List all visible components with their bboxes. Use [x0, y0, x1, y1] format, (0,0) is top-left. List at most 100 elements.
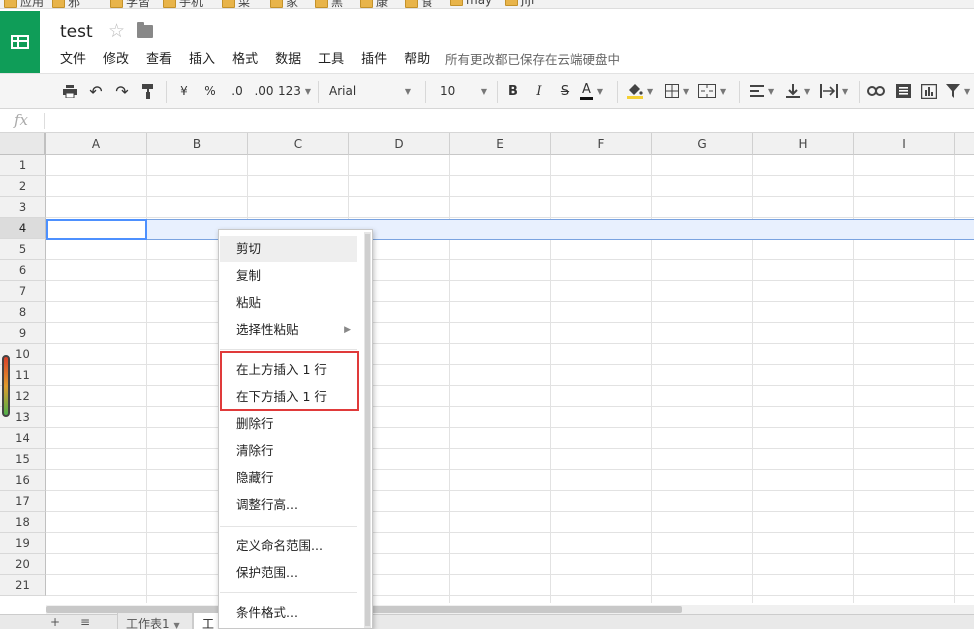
- percent-button[interactable]: %: [201, 80, 219, 102]
- bookmark[interactable]: 食: [405, 0, 433, 8]
- menu-clear-row[interactable]: 清除行: [220, 438, 357, 464]
- increase-decimal-button[interactable]: .00: [251, 80, 277, 102]
- column-header[interactable]: C: [248, 133, 349, 155]
- vertical-align-dropdown[interactable]: ▼: [786, 80, 810, 102]
- row-header[interactable]: 18: [0, 512, 46, 533]
- add-sheet-button[interactable]: +: [50, 615, 60, 629]
- save-status[interactable]: 所有更改都已保存在云端硬盘中: [445, 49, 620, 68]
- menu-format[interactable]: 格式: [232, 48, 258, 67]
- menu-addons[interactable]: 插件: [361, 48, 387, 67]
- menu-resize-row[interactable]: 调整行高...: [220, 492, 357, 518]
- text-wrap-dropdown[interactable]: ▼: [820, 80, 848, 102]
- row-header[interactable]: 3: [0, 197, 46, 218]
- menu-help[interactable]: 帮助: [404, 48, 430, 67]
- row-header[interactable]: 8: [0, 302, 46, 323]
- borders-dropdown[interactable]: ▼: [665, 80, 689, 102]
- menu-scrollbar-thumb[interactable]: [365, 234, 370, 626]
- decrease-decimal-button[interactable]: .0: [226, 80, 248, 102]
- row-header[interactable]: 15: [0, 449, 46, 470]
- row-header[interactable]: 7: [0, 281, 46, 302]
- row-header[interactable]: 14: [0, 428, 46, 449]
- fill-color-dropdown[interactable]: ▼: [627, 80, 653, 102]
- row-header[interactable]: 2: [0, 176, 46, 197]
- strikethrough-button[interactable]: S: [556, 80, 574, 102]
- bookmark[interactable]: 黑: [315, 0, 343, 8]
- insert-comment-button[interactable]: [893, 80, 913, 102]
- row-header[interactable]: 20: [0, 554, 46, 575]
- row-header[interactable]: 5: [0, 239, 46, 260]
- insert-link-button[interactable]: [866, 80, 886, 102]
- font-size-dropdown[interactable]: 10 ▼: [440, 80, 487, 102]
- text-color-dropdown[interactable]: A ▼: [580, 80, 603, 102]
- sheets-logo[interactable]: [0, 11, 40, 73]
- column-header[interactable]: D: [349, 133, 450, 155]
- column-header[interactable]: I: [854, 133, 955, 155]
- align-dropdown[interactable]: ▼: [750, 80, 774, 102]
- side-widget[interactable]: [2, 355, 10, 417]
- more-formats-dropdown[interactable]: 123 ▼: [278, 80, 311, 102]
- redo-button[interactable]: ↷: [112, 80, 132, 102]
- move-folder-icon[interactable]: [137, 22, 153, 38]
- bookmark-label: 菜: [238, 0, 251, 9]
- column-header[interactable]: H: [753, 133, 854, 155]
- filter-dropdown[interactable]: ▼: [946, 80, 970, 102]
- menu-hide-row[interactable]: 隐藏行: [220, 465, 357, 491]
- row-header[interactable]: 9: [0, 323, 46, 344]
- column-header[interactable]: G: [652, 133, 753, 155]
- menu-delete-row[interactable]: 删除行: [220, 411, 357, 437]
- bookmark[interactable]: may: [450, 0, 492, 7]
- font-dropdown[interactable]: Arial ▼: [329, 80, 411, 102]
- print-button[interactable]: [60, 80, 80, 102]
- menu-tools[interactable]: 工具: [318, 48, 344, 67]
- italic-button[interactable]: I: [530, 80, 548, 102]
- row-header[interactable]: 6: [0, 260, 46, 281]
- insert-chart-button[interactable]: [919, 80, 939, 102]
- star-icon[interactable]: ☆: [108, 20, 125, 42]
- menu-paste-special[interactable]: 选择性粘贴 ▶: [220, 317, 357, 343]
- menu-define-named-range[interactable]: 定义命名范围...: [220, 533, 357, 559]
- bold-button[interactable]: B: [504, 80, 522, 102]
- menu-item-label: 粘贴: [236, 295, 262, 310]
- bookmark[interactable]: 菜: [222, 0, 251, 9]
- menu-conditional-formatting[interactable]: 条件格式...: [220, 600, 357, 626]
- row-header[interactable]: 1: [0, 155, 46, 176]
- bookmark[interactable]: 学習: [110, 0, 150, 8]
- row-header[interactable]: 17: [0, 491, 46, 512]
- bookmark[interactable]: 应用: [4, 0, 44, 8]
- sheet-tab[interactable]: 工作表1 ▼: [117, 613, 193, 629]
- menu-file[interactable]: 文件: [60, 48, 86, 67]
- paint-format-button[interactable]: [138, 80, 158, 102]
- menu-scrollbar[interactable]: [364, 232, 371, 628]
- select-all-corner[interactable]: [0, 133, 46, 155]
- bookmark[interactable]: 康: [360, 0, 388, 8]
- row-header[interactable]: 4: [0, 218, 46, 239]
- row-header[interactable]: 19: [0, 533, 46, 554]
- bookmark[interactable]: 手机: [163, 0, 203, 8]
- menu-insert[interactable]: 插入: [189, 48, 215, 67]
- column-header[interactable]: B: [147, 133, 248, 155]
- formula-input[interactable]: [50, 112, 965, 130]
- undo-button[interactable]: ↶: [86, 80, 106, 102]
- menu-view[interactable]: 查看: [146, 48, 172, 67]
- column-header[interactable]: F: [551, 133, 652, 155]
- active-cell-A4[interactable]: [46, 219, 147, 240]
- currency-button[interactable]: ¥: [175, 80, 193, 102]
- spreadsheet-grid[interactable]: ABCDEFGHI 1 2 3 4 5 6 7 8 9 10 11 12 13 14 15 16 17 18 19 2…: [0, 133, 974, 603]
- menu-data[interactable]: 数据: [275, 48, 301, 67]
- row-header[interactable]: 16: [0, 470, 46, 491]
- row-header[interactable]: 21: [0, 575, 46, 596]
- bookmark[interactable]: jiji: [505, 0, 534, 7]
- column-header[interactable]: [955, 133, 974, 155]
- column-header[interactable]: A: [46, 133, 147, 155]
- menu-edit[interactable]: 修改: [103, 48, 129, 67]
- menu-paste[interactable]: 粘贴: [220, 290, 357, 316]
- menu-copy[interactable]: 复制: [220, 263, 357, 289]
- document-title[interactable]: test: [60, 22, 93, 42]
- all-sheets-button[interactable]: ≡: [80, 615, 90, 629]
- menu-protect-range[interactable]: 保护范围...: [220, 560, 357, 586]
- bookmark[interactable]: 邪: [52, 0, 80, 8]
- menu-cut[interactable]: 剪切: [220, 236, 357, 262]
- bookmark[interactable]: 家: [270, 0, 298, 8]
- column-header[interactable]: E: [450, 133, 551, 155]
- merge-cells-dropdown[interactable]: ▼: [698, 80, 726, 102]
